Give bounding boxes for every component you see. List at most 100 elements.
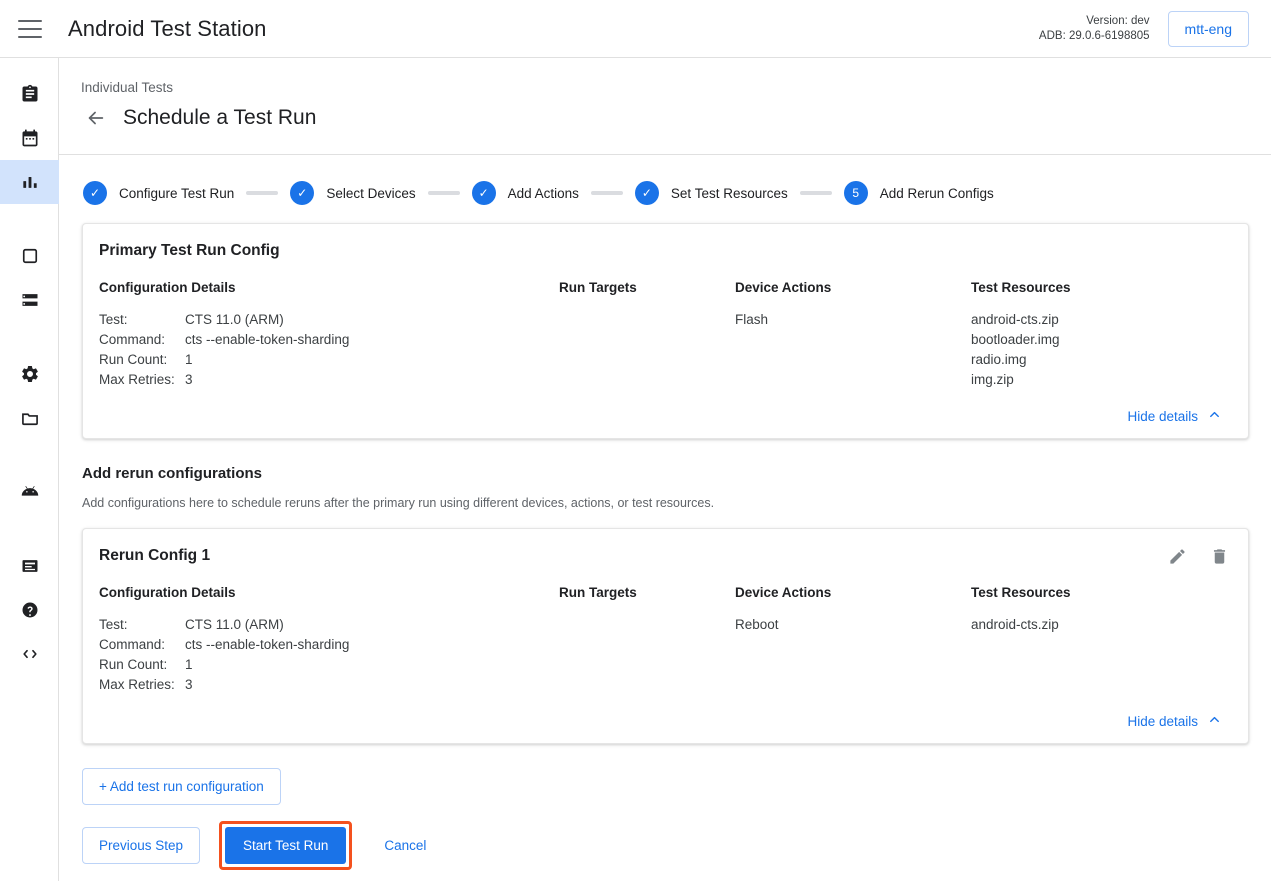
detail-row-command: Command: cts --enable-token-sharding — [99, 635, 559, 655]
hamburger-menu-icon[interactable] — [18, 20, 42, 38]
add-config-row: + Add test run configuration — [82, 768, 1271, 805]
sidebar-item-logs[interactable] — [0, 544, 59, 588]
column-header: Configuration Details — [99, 280, 559, 295]
list-item: android-cts.zip — [971, 310, 1230, 330]
main-content: Individual Tests Schedule a Test Run ✓ C… — [59, 58, 1271, 881]
rerun-card-title: Rerun Config 1 — [99, 547, 1230, 565]
rerun-configuration-details-column: Configuration Details Test: CTS 11.0 (AR… — [99, 585, 559, 695]
detail-value: 1 — [185, 350, 193, 370]
bar-chart-icon — [20, 172, 40, 192]
rerun-card-tools — [1164, 543, 1232, 569]
detail-key: Test: — [99, 310, 185, 330]
detail-key: Command: — [99, 635, 185, 655]
detail-key: Max Retries: — [99, 370, 185, 390]
start-test-run-button[interactable]: Start Test Run — [225, 827, 346, 864]
step-label: Configure Test Run — [119, 186, 234, 201]
rerun-hide-details-button[interactable]: Hide details — [1121, 711, 1228, 731]
clipboard-icon — [20, 84, 40, 104]
step-connector — [591, 191, 623, 195]
detail-row-run-count: Run Count: 1 — [99, 655, 559, 675]
detail-value: 1 — [185, 655, 193, 675]
sidebar-group-divider-4 — [0, 514, 58, 544]
primary-configuration-details-column: Configuration Details Test: CTS 11.0 (AR… — [99, 280, 559, 390]
rerun-card-footer: Hide details — [83, 699, 1248, 743]
sidebar-item-file-browser[interactable] — [0, 396, 59, 440]
primary-config-grid: Configuration Details Test: CTS 11.0 (AR… — [99, 280, 1230, 390]
step-label: Add Rerun Configs — [880, 186, 994, 201]
sidebar-item-settings[interactable] — [0, 352, 59, 396]
detail-key: Run Count: — [99, 655, 185, 675]
breadcrumb: Individual Tests — [81, 80, 1271, 95]
sidebar-item-devices[interactable] — [0, 234, 59, 278]
step-marker: 5 — [844, 181, 868, 205]
step-select-devices[interactable]: ✓ Select Devices — [290, 181, 415, 205]
detail-value: cts --enable-token-sharding — [185, 635, 349, 655]
list-item: bootloader.img — [971, 330, 1230, 350]
detail-row-test: Test: CTS 11.0 (ARM) — [99, 615, 559, 635]
arrow-left-icon[interactable] — [81, 103, 111, 133]
primary-test-resources-column: Test Resources android-cts.zip bootloade… — [971, 280, 1230, 390]
previous-step-button[interactable]: Previous Step — [82, 827, 200, 864]
article-icon — [20, 556, 40, 576]
rerun-section-description: Add configurations here to schedule reru… — [82, 496, 1271, 510]
start-test-run-highlight: Start Test Run — [219, 821, 352, 870]
column-header: Device Actions — [735, 280, 971, 295]
pencil-icon[interactable] — [1164, 543, 1190, 569]
top-app-bar: Android Test Station Version: dev ADB: 2… — [0, 0, 1271, 58]
step-add-actions[interactable]: ✓ Add Actions — [472, 181, 579, 205]
list-item: radio.img — [971, 350, 1230, 370]
sidebar-item-help[interactable] — [0, 588, 59, 632]
sidebar-item-android-builds[interactable] — [0, 470, 59, 514]
sidebar-item-test-results[interactable] — [0, 160, 59, 204]
add-test-run-configuration-button[interactable]: + Add test run configuration — [82, 768, 281, 805]
step-connector — [800, 191, 832, 195]
list-item: android-cts.zip — [971, 615, 1230, 635]
step-label: Select Devices — [326, 186, 415, 201]
column-header: Test Resources — [971, 280, 1230, 295]
detail-key: Test: — [99, 615, 185, 635]
account-chip-button[interactable]: mtt-eng — [1168, 11, 1249, 47]
step-set-test-resources[interactable]: ✓ Set Test Resources — [635, 181, 788, 205]
detail-row-max-retries: Max Retries: 3 — [99, 675, 559, 695]
step-marker: ✓ — [635, 181, 659, 205]
primary-device-actions-column: Device Actions Flash — [735, 280, 971, 390]
hide-details-label: Hide details — [1127, 409, 1198, 424]
trash-icon[interactable] — [1206, 543, 1232, 569]
topbar-right-group: Version: dev ADB: 29.0.6-6198805 mtt-eng — [1039, 11, 1271, 47]
column-header: Configuration Details — [99, 585, 559, 600]
sidebar-nav — [0, 58, 59, 881]
rerun-card-body: Rerun Config 1 Configuration Details Tes… — [83, 529, 1248, 695]
step-marker: ✓ — [472, 181, 496, 205]
page-header: Individual Tests Schedule a Test Run — [59, 58, 1271, 133]
sidebar-item-test-runs[interactable] — [0, 72, 59, 116]
calendar-icon — [20, 128, 40, 148]
list-item: img.zip — [971, 370, 1230, 390]
cancel-button[interactable]: Cancel — [378, 837, 432, 854]
column-header: Run Targets — [559, 280, 735, 295]
sidebar-item-test-suites[interactable] — [0, 116, 59, 160]
primary-card-title: Primary Test Run Config — [99, 242, 1230, 260]
step-marker: ✓ — [290, 181, 314, 205]
rerun-config-grid: Configuration Details Test: CTS 11.0 (AR… — [99, 585, 1230, 695]
wizard-actions-row: Previous Step Start Test Run Cancel — [82, 821, 1271, 870]
gear-icon — [20, 364, 40, 384]
detail-key: Max Retries: — [99, 675, 185, 695]
sidebar-item-developer[interactable] — [0, 632, 59, 676]
rerun-run-targets-column: Run Targets — [559, 585, 735, 695]
sidebar-item-hosts[interactable] — [0, 278, 59, 322]
chevron-up-icon — [1207, 407, 1222, 425]
hide-details-label: Hide details — [1127, 714, 1198, 729]
step-add-rerun-configs[interactable]: 5 Add Rerun Configs — [844, 181, 994, 205]
step-configure-test-run[interactable]: ✓ Configure Test Run — [83, 181, 234, 205]
chevron-up-icon — [1207, 712, 1222, 730]
detail-row-command: Command: cts --enable-token-sharding — [99, 330, 559, 350]
primary-hide-details-button[interactable]: Hide details — [1121, 406, 1228, 426]
page-title: Schedule a Test Run — [123, 106, 316, 130]
tablet-icon — [20, 246, 40, 266]
wizard-stepper: ✓ Configure Test Run ✓ Select Devices ✓ … — [59, 155, 1271, 205]
detail-value: 3 — [185, 370, 193, 390]
detail-row-max-retries: Max Retries: 3 — [99, 370, 559, 390]
code-brackets-icon — [20, 644, 40, 664]
rerun-section-heading: Add rerun configurations — [82, 465, 1271, 482]
server-icon — [20, 290, 40, 310]
